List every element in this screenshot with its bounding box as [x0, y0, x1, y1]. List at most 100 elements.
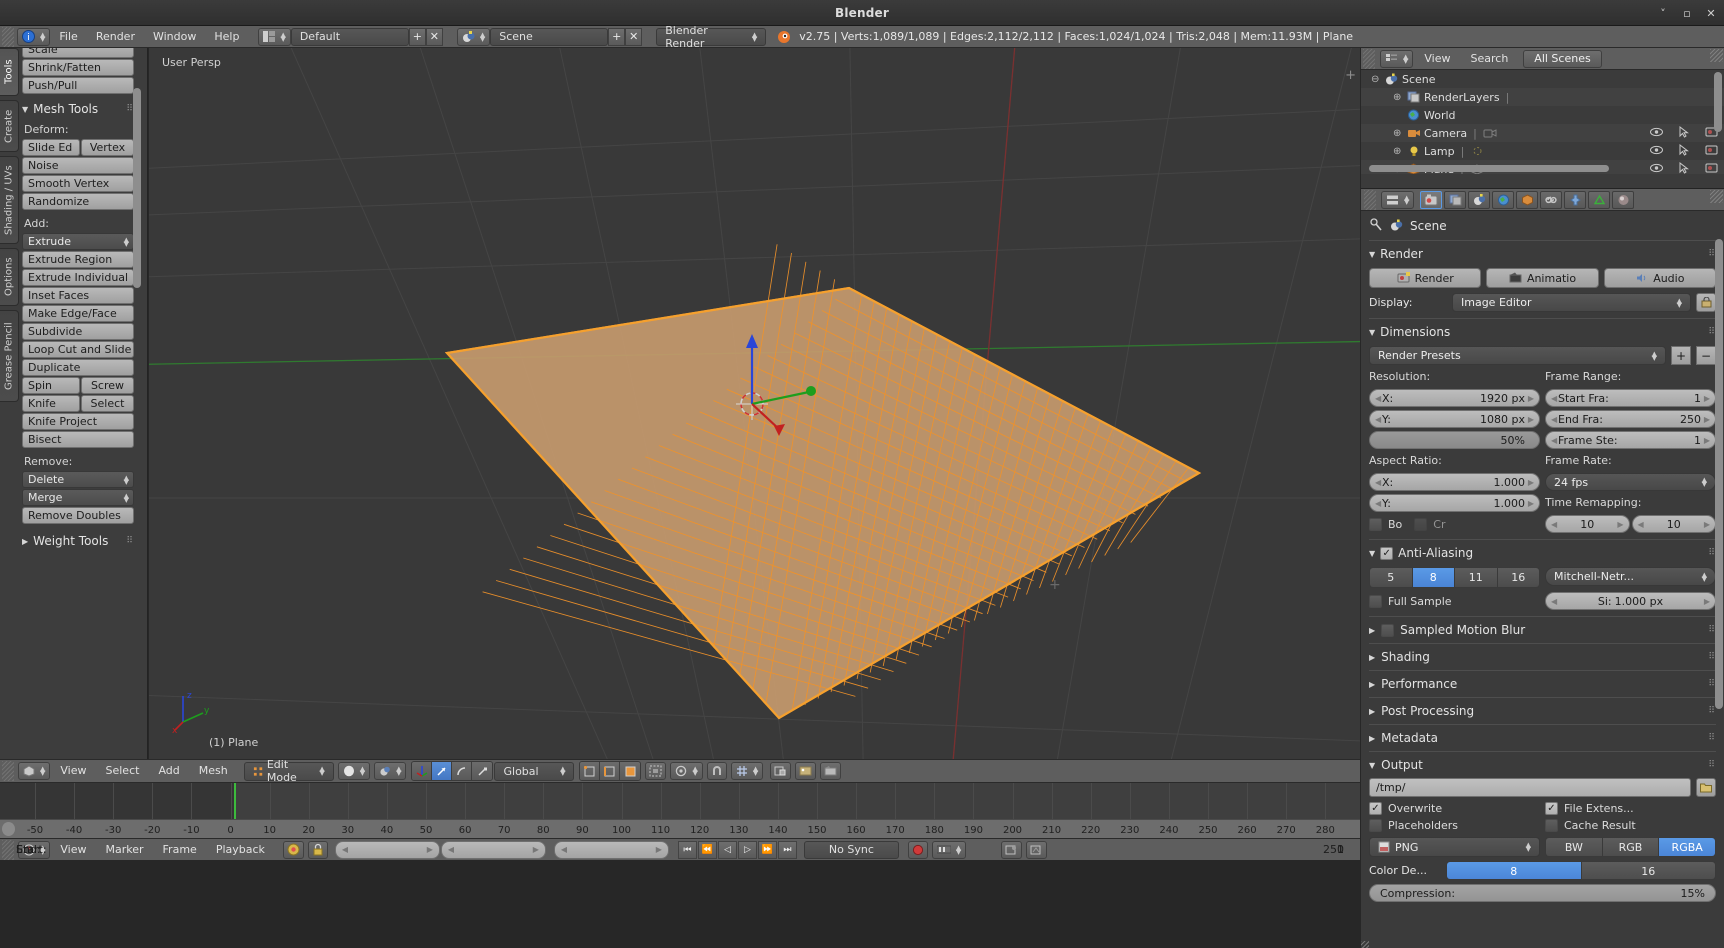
interaction-mode-selector[interactable]: Edit Mode ▲ ▼ — [243, 758, 334, 784]
menu-file[interactable]: File — [50, 27, 86, 47]
remap-old-field[interactable]: ◀ 10 ▶ — [1545, 515, 1630, 533]
tool-push-pull[interactable]: Push/Pull — [22, 77, 134, 94]
outliner-editor-type[interactable]: ▲ ▼ — [1380, 49, 1414, 68]
tab-constraints[interactable] — [1540, 190, 1563, 209]
overwrite-checkbox[interactable]: ✓ — [1369, 802, 1382, 815]
tab-grease-pencil[interactable]: Grease Pencil — [0, 310, 19, 402]
tool-delete-dropdown[interactable]: Delete ▲ ▼ — [22, 471, 134, 488]
shading-section[interactable]: ▶ Shading ⠿ — [1369, 643, 1716, 670]
left-arrow-icon[interactable]: ◀ — [1551, 394, 1557, 403]
3d-viewport[interactable]: + User Persp (1) Plane + z y x — [149, 48, 1360, 759]
right-arrow-icon[interactable]: ▶ — [1617, 520, 1623, 529]
manipulator-rotate-icon[interactable] — [452, 762, 473, 780]
header-grip[interactable] — [2, 761, 14, 781]
scene-icon-box[interactable]: ▲ ▼ — [456, 27, 491, 46]
tool-shrink-fatten[interactable]: Shrink/Fatten — [22, 59, 134, 76]
timeline-menu-playback[interactable]: Playback — [207, 840, 274, 860]
tool-merge-dropdown[interactable]: Merge ▲ ▼ — [22, 489, 134, 506]
border-checkbox-row[interactable]: Bo — [1369, 517, 1402, 531]
left-arrow-icon[interactable]: ◀ — [1551, 415, 1557, 424]
tool-subdivide[interactable]: Subdivide — [22, 323, 134, 340]
header-grip[interactable] — [1363, 48, 1375, 69]
left-arrow-icon[interactable]: ◀ — [561, 845, 567, 854]
expander-icon[interactable]: ⊕ — [1393, 128, 1406, 139]
maximize-icon[interactable]: ▫ — [1680, 6, 1694, 20]
outliner-tree[interactable]: ⊖Scene⊕RenderLayers|World⊕Camera|⊕Lamp|⊕… — [1361, 70, 1724, 174]
right-arrow-icon[interactable]: ▶ — [1704, 436, 1710, 445]
pin-icon[interactable] — [1369, 218, 1384, 233]
area-resize-corner[interactable] — [1361, 941, 1369, 948]
tool-noise[interactable]: Noise — [22, 157, 134, 174]
tool-extrude-dropdown[interactable]: Extrude ▲ ▼ — [22, 233, 134, 250]
menu-window[interactable]: Window — [144, 27, 205, 47]
full-sample-checkbox-row[interactable]: Full Sample — [1369, 594, 1540, 608]
aa-size-field[interactable]: ◀ Si: 1.000 px ▶ — [1545, 592, 1716, 610]
frame-rate-selector[interactable]: 24 fps ▲ ▼ — [1545, 473, 1716, 491]
left-arrow-icon[interactable]: ◀ — [1551, 436, 1557, 445]
eye-icon[interactable] — [1650, 127, 1663, 140]
tab-scene[interactable] — [1468, 190, 1491, 209]
jump-end-button[interactable]: ⏭ — [777, 840, 797, 859]
tool-shelf-scrollbar[interactable] — [133, 88, 141, 288]
render-image-button[interactable]: Render — [1369, 268, 1482, 288]
aa-sample-11[interactable]: 11 — [1455, 568, 1498, 587]
tab-object[interactable] — [1516, 190, 1539, 209]
aa-filter-selector[interactable]: Mitchell-Netr... ▲ ▼ — [1545, 567, 1716, 586]
timeline-ruler[interactable]: -50 -40 -30 -20 -10 0 10 20 30 40 50 60 70 80 90 100 110… — [0, 819, 1360, 838]
viewport-shading-selector[interactable]: ▲ ▼ — [337, 762, 371, 780]
outliner-data-icon[interactable] — [1483, 126, 1498, 140]
performance-section[interactable]: ▶ Performance ⠿ — [1369, 670, 1716, 697]
outliner-display-mode[interactable]: All Scenes — [1523, 49, 1602, 68]
viewport-menu-add[interactable]: Add — [149, 761, 188, 781]
ghost2-icon[interactable] — [1026, 840, 1048, 859]
left-arrow-icon[interactable]: ◀ — [1638, 520, 1644, 529]
aa-sample-16[interactable]: 16 — [1497, 568, 1539, 587]
camera-render-icon[interactable] — [1705, 144, 1718, 158]
eye-icon[interactable] — [1650, 145, 1663, 158]
aspect-x-field[interactable]: ◀ X: 1.000 ▶ — [1369, 473, 1540, 491]
display-selector[interactable]: Image Editor ▲ ▼ — [1452, 293, 1691, 312]
resolution-y-field[interactable]: ◀ Y: 1080 px ▶ — [1369, 410, 1540, 428]
start-frame-field[interactable]: ◀ Start Fra: 1 ▶ — [1545, 389, 1716, 407]
opengl-render-anim-icon[interactable] — [820, 762, 842, 780]
left-arrow-icon[interactable]: ◀ — [448, 845, 454, 854]
vertex-select-icon[interactable] — [580, 762, 601, 780]
timeline-menu-frame[interactable]: Frame — [154, 840, 206, 860]
placeholders-checkbox[interactable] — [1369, 819, 1382, 832]
outliner-row[interactable]: ⊕ Camera | — [1361, 124, 1724, 142]
tab-shading-uvs[interactable]: Shading / UVs — [0, 156, 19, 244]
right-arrow-icon[interactable]: ▶ — [1704, 520, 1710, 529]
output-path-field[interactable]: /tmp/ — [1369, 778, 1691, 797]
tool-scale[interactable]: Scale — [22, 48, 134, 58]
right-arrow-icon[interactable]: ▶ — [1528, 394, 1534, 403]
left-arrow-icon[interactable]: ◀ — [1375, 415, 1381, 424]
opengl-render-image-icon[interactable] — [795, 762, 817, 780]
right-arrow-icon[interactable]: ▶ — [1704, 597, 1710, 606]
border-checkbox[interactable] — [1369, 517, 1382, 531]
timeline-menu-view[interactable]: View — [51, 840, 95, 860]
area-resize-corner[interactable] — [1710, 190, 1723, 203]
tab-render[interactable] — [1420, 190, 1443, 209]
render-engine-selector[interactable]: Blender Render ▲ ▼ — [656, 24, 767, 50]
right-arrow-icon[interactable]: ▶ — [1528, 415, 1534, 424]
outliner-h-scrollbar[interactable] — [1369, 165, 1609, 172]
antialiasing-section-header[interactable]: ▼ ✓ Anti-Aliasing ⠿ — [1369, 546, 1716, 560]
left-arrow-icon[interactable]: ◀ — [1375, 499, 1381, 508]
tool-inset-faces[interactable]: Inset Faces — [22, 287, 134, 304]
tab-data[interactable] — [1588, 190, 1611, 209]
outliner-scrollbar[interactable] — [1714, 72, 1722, 132]
left-arrow-icon[interactable]: ◀ — [1375, 394, 1381, 403]
cursor-arrow-icon[interactable] — [1679, 125, 1689, 141]
area-resize-corner[interactable] — [1710, 49, 1723, 62]
close-icon[interactable]: ✕ — [1704, 6, 1718, 20]
color-mode-rgba[interactable]: RGBA — [1659, 838, 1715, 856]
left-arrow-icon[interactable]: ◀ — [1375, 478, 1381, 487]
right-arrow-icon[interactable]: ▶ — [656, 845, 662, 854]
prev-keyframe-button[interactable]: ⏪ — [697, 840, 717, 859]
expander-icon[interactable]: ⊕ — [1393, 92, 1406, 103]
antialiasing-checkbox[interactable]: ✓ — [1380, 546, 1394, 560]
tab-modifiers[interactable] — [1564, 190, 1587, 209]
outliner-menu-search[interactable]: Search — [1462, 49, 1518, 69]
tool-slide-edge[interactable]: Slide Ed — [22, 139, 80, 156]
tab-tools[interactable]: Tools — [0, 48, 19, 96]
